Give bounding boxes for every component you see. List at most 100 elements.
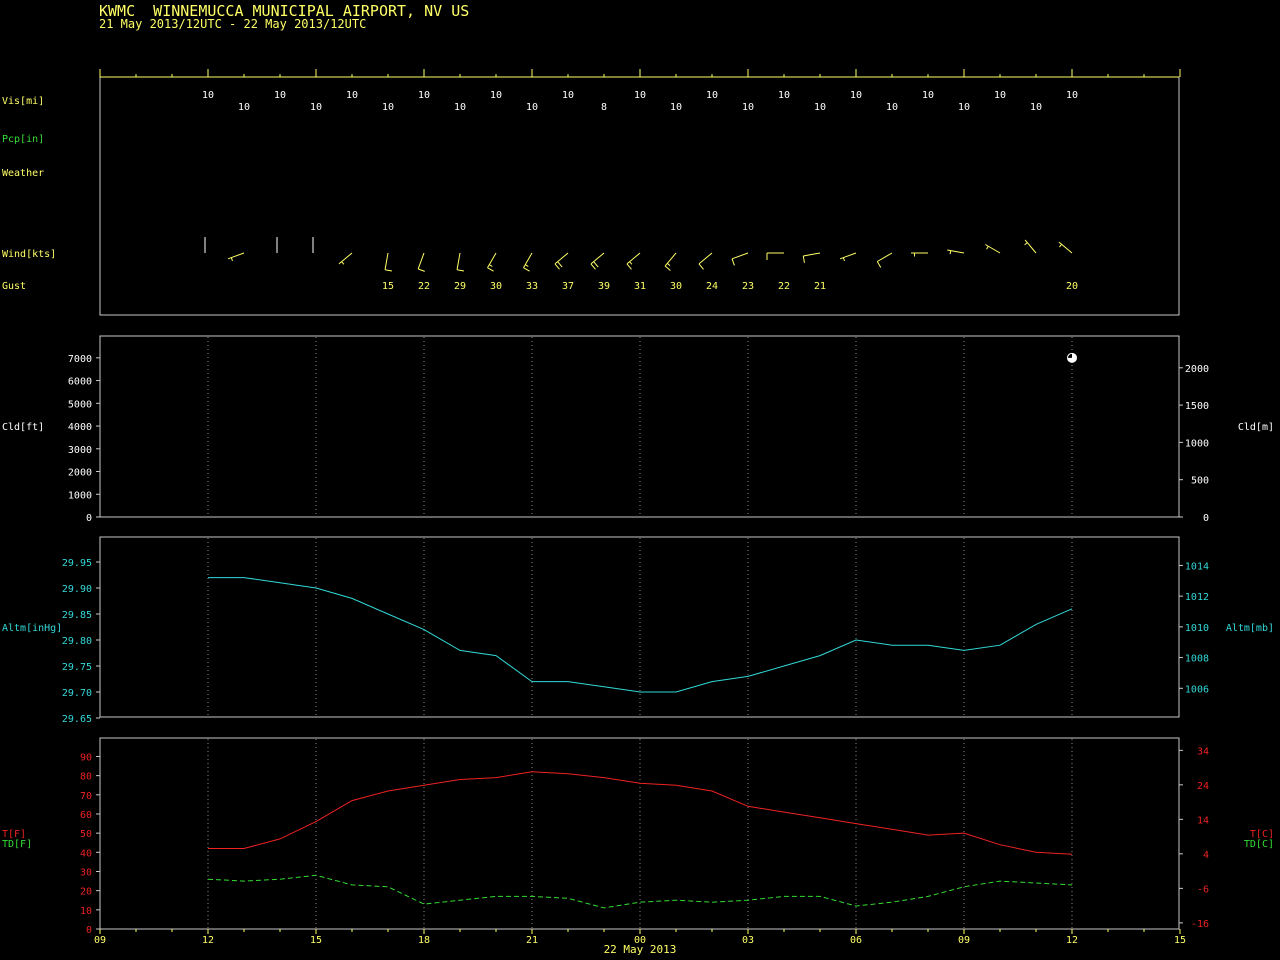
gust-value: 29	[454, 281, 466, 292]
wind-barb-staff	[338, 252, 353, 265]
wind-barb-staff	[877, 252, 893, 262]
dewpoint-left-axis-label: TD[F]	[2, 839, 32, 850]
vis-value: 10	[310, 102, 322, 113]
wind-barb-half	[986, 245, 989, 250]
wind-barb-staff	[487, 252, 497, 268]
x-tick-label: 18	[418, 935, 430, 946]
vis-value: 10	[418, 90, 430, 101]
vis-value: 10	[1030, 102, 1042, 113]
gust-value: 24	[706, 281, 718, 292]
vis-value: 10	[778, 90, 790, 101]
wind-barb-flag	[876, 261, 882, 268]
gust-value: 30	[490, 281, 502, 292]
altimeter-mb-tick-label: 1012	[1185, 592, 1209, 603]
temperature-c-tick-label: 34	[1197, 746, 1209, 757]
temperature-f-tick-label: 80	[80, 772, 92, 783]
vis-value: 10	[238, 102, 250, 113]
gust-value: 22	[418, 281, 430, 292]
temperature-c-tick-label: 4	[1203, 850, 1209, 861]
vis-value: 10	[814, 102, 826, 113]
wind-barb-staff	[1058, 241, 1073, 254]
temperature-f-tick-label: 30	[80, 867, 92, 878]
temperature-c-tick-label: 24	[1197, 781, 1209, 792]
wind-barb-staff	[731, 252, 749, 260]
x-tick-label: 15	[1174, 935, 1186, 946]
vis-value: 10	[454, 102, 466, 113]
x-tick-label: 12	[1066, 935, 1078, 946]
wind-barb-staff	[803, 252, 821, 257]
wind-barb-flag	[731, 258, 735, 266]
wind-barb-half	[1059, 244, 1063, 248]
x-tick-label: 06	[850, 935, 862, 946]
vis-value: 10	[202, 90, 214, 101]
cloud-ft-tick-label: 0	[86, 513, 92, 524]
wind-barb-flag	[384, 269, 393, 272]
altimeter-mb-tick-label: 1006	[1185, 684, 1209, 695]
gust-value: 20	[1066, 281, 1078, 292]
x-axis-date-label: 22 May 2013	[604, 943, 677, 956]
wind-barb-staff	[590, 252, 605, 265]
wind-barb-flag	[456, 269, 465, 272]
temperature-panel-frame	[99, 737, 1180, 930]
wind-barb-flag	[487, 267, 494, 272]
wind-barb-staff	[664, 252, 677, 267]
wind-barb-flag	[590, 263, 596, 270]
temperature-f-tick-label: 90	[80, 752, 92, 763]
wind-barb-staff	[839, 252, 857, 260]
meteogram: Vis[mi]Pcp[in]WeatherWind[kts]Gust101010…	[2, 69, 1274, 956]
wind-barb-half	[949, 250, 952, 255]
wind-barb-staff	[384, 252, 389, 270]
vis-value: 10	[886, 102, 898, 113]
gust-value: 23	[742, 281, 754, 292]
wind-barb-flag	[593, 261, 599, 268]
altimeter-inhg-tick-label: 29.85	[62, 610, 92, 621]
altimeter-mb-tick-label: 1010	[1185, 623, 1209, 634]
vis-value: 10	[958, 102, 970, 113]
altimeter-inhg-tick-label: 29.95	[62, 558, 92, 569]
vis-value: 10	[382, 102, 394, 113]
cloud-m-tick-label: 1000	[1185, 438, 1209, 449]
wind-barb-staff	[947, 249, 965, 254]
temperature-f-tick-label: 20	[80, 887, 92, 898]
gust-value: 39	[598, 281, 610, 292]
vis-value: 10	[850, 90, 862, 101]
x-tick-label: 21	[526, 935, 538, 946]
vis-value: 10	[742, 102, 754, 113]
vis-value: 10	[706, 90, 718, 101]
wind-barb-flag	[554, 263, 560, 270]
obs-panel-frame	[99, 76, 1180, 316]
gust-value: 31	[634, 281, 646, 292]
cloud-ft-tick-label: 5000	[68, 399, 92, 410]
vis-value: 10	[670, 102, 682, 113]
vis-value: 10	[634, 90, 646, 101]
cloud-ft-tick-label: 2000	[68, 468, 92, 479]
altimeter-inhg-tick-label: 29.80	[62, 636, 92, 647]
vis-value: 8	[601, 102, 607, 113]
altimeter-inhg-tick-label: 29.70	[62, 688, 92, 699]
cloud-left-axis-label: Cld[ft]	[2, 422, 44, 433]
vis-value: 10	[562, 90, 574, 101]
cloud-ft-tick-label: 4000	[68, 422, 92, 433]
wind-barb-staff	[417, 252, 425, 270]
wind-barb-flag	[802, 255, 805, 263]
wind-barb-staff	[698, 252, 713, 265]
gust-value: 21	[814, 281, 826, 292]
x-tick-label: 12	[202, 935, 214, 946]
wind-barb-staff	[985, 244, 1001, 254]
cloud-m-tick-label: 500	[1191, 476, 1209, 487]
wind-barb-flag	[523, 267, 530, 272]
wind-barb-half	[667, 262, 671, 266]
vis-value: 10	[346, 90, 358, 101]
temperature-f-tick-label: 70	[80, 791, 92, 802]
wind-barb-half	[341, 261, 345, 265]
gust-value: 37	[562, 281, 574, 292]
wind-barb-staff	[626, 252, 641, 265]
altimeter-inhg-tick-label: 29.75	[62, 662, 92, 673]
vis-row-label: Vis[mi]	[2, 96, 44, 107]
x-tick-label: 03	[742, 935, 754, 946]
gust-row-label: Gust	[2, 281, 26, 292]
cloud-ft-tick-label: 3000	[68, 445, 92, 456]
wind-barb-flag	[698, 263, 704, 270]
x-tick-label: 09	[958, 935, 970, 946]
temperature-f-tick-label: 0	[86, 925, 92, 936]
